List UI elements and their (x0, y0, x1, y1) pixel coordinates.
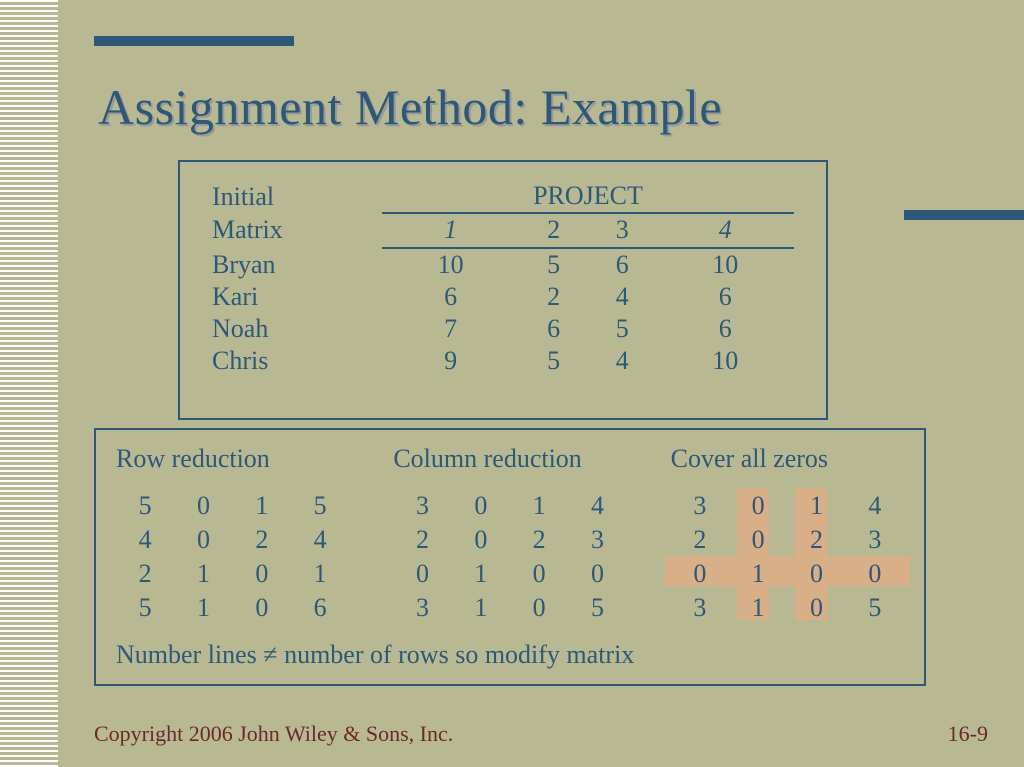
cell: 10 (382, 248, 519, 281)
cell: 1 (510, 490, 568, 522)
cell: 6 (519, 313, 588, 345)
cover-zeros-block: Cover all zeros 3014 2023 0100 3105 (671, 444, 904, 624)
cell: 5 (291, 490, 349, 522)
row-reduction-block: Row reduction 5015 4024 2101 5106 (116, 444, 349, 624)
cell: 0 (233, 592, 291, 624)
col-header: 3 (588, 213, 657, 248)
row-reduction-matrix: 5015 4024 2101 5106 (116, 490, 349, 624)
cover-zeros-title: Cover all zeros (671, 444, 904, 474)
footer-page-number: 16-9 (948, 721, 988, 747)
initial-matrix-panel: Initial PROJECT Matrix 1 2 3 4 Bryan 10 … (178, 160, 828, 420)
cell: 10 (657, 345, 794, 377)
cell: 3 (568, 524, 626, 556)
left-stripe-decor (0, 0, 58, 767)
cell: 0 (729, 490, 787, 522)
initial-matrix-table: Initial PROJECT Matrix 1 2 3 4 Bryan 10 … (212, 180, 794, 377)
cell: 0 (452, 524, 510, 556)
project-header: PROJECT (382, 180, 794, 213)
cell: 0 (787, 592, 845, 624)
cell: 0 (671, 558, 729, 590)
row-name: Bryan (212, 248, 382, 281)
cell: 4 (291, 524, 349, 556)
cell: 10 (657, 248, 794, 281)
right-accent-bar (904, 210, 1024, 220)
table-row: Noah 7 6 5 6 (212, 313, 794, 345)
cell: 0 (568, 558, 626, 590)
cell: 3 (671, 592, 729, 624)
row-name: Chris (212, 345, 382, 377)
table-row: Chris 9 5 4 10 (212, 345, 794, 377)
cell: 6 (291, 592, 349, 624)
cell: 2 (116, 558, 174, 590)
cell: 5 (519, 345, 588, 377)
matrix-label: Matrix (212, 213, 382, 248)
cell: 4 (568, 490, 626, 522)
cell: 5 (568, 592, 626, 624)
column-reduction-block: Column reduction 3014 2023 0100 3105 (393, 444, 626, 624)
cell: 5 (116, 490, 174, 522)
col-header: 1 (382, 213, 519, 248)
table-row: Kari 6 2 4 6 (212, 281, 794, 313)
cell: 1 (452, 558, 510, 590)
top-accent-bar (94, 36, 294, 46)
column-reduction-title: Column reduction (393, 444, 626, 474)
cell: 0 (233, 558, 291, 590)
cell: 6 (588, 248, 657, 281)
cell: 0 (729, 524, 787, 556)
cell: 1 (729, 558, 787, 590)
table-row: Bryan 10 5 6 10 (212, 248, 794, 281)
cell: 2 (787, 524, 845, 556)
cell: 6 (382, 281, 519, 313)
cover-zeros-matrix: 3014 2023 0100 3105 (671, 490, 904, 624)
cell: 2 (393, 524, 451, 556)
cell: 6 (657, 313, 794, 345)
slide-title: Assignment Method: Example (98, 78, 958, 136)
cell: 2 (233, 524, 291, 556)
cell: 1 (729, 592, 787, 624)
cell: 0 (452, 490, 510, 522)
initial-label: Initial (212, 180, 382, 213)
cell: 7 (382, 313, 519, 345)
cell: 3 (846, 524, 904, 556)
cell: 6 (657, 281, 794, 313)
reduction-panel: Row reduction 5015 4024 2101 5106 Column… (94, 428, 926, 686)
footer-copyright: Copyright 2006 John Wiley & Sons, Inc. (94, 721, 453, 747)
cell: 0 (846, 558, 904, 590)
cell: 1 (452, 592, 510, 624)
cell: 2 (510, 524, 568, 556)
cell: 9 (382, 345, 519, 377)
cell: 3 (393, 592, 451, 624)
cell: 0 (510, 558, 568, 590)
col-header: 4 (657, 213, 794, 248)
cell: 4 (588, 345, 657, 377)
cell: 5 (519, 248, 588, 281)
cell: 0 (174, 490, 232, 522)
cell: 1 (174, 558, 232, 590)
cell: 1 (233, 490, 291, 522)
cell: 1 (291, 558, 349, 590)
cell: 0 (787, 558, 845, 590)
col-header: 2 (519, 213, 588, 248)
cell: 3 (393, 490, 451, 522)
cell: 2 (519, 281, 588, 313)
cell: 1 (787, 490, 845, 522)
cell: 4 (116, 524, 174, 556)
cell: 0 (174, 524, 232, 556)
cell: 5 (116, 592, 174, 624)
cell: 0 (393, 558, 451, 590)
cell: 5 (846, 592, 904, 624)
cell: 3 (671, 490, 729, 522)
cell: 5 (588, 313, 657, 345)
cell: 2 (671, 524, 729, 556)
cell: 1 (174, 592, 232, 624)
cell: 0 (510, 592, 568, 624)
row-name: Noah (212, 313, 382, 345)
cell: 4 (846, 490, 904, 522)
row-name: Kari (212, 281, 382, 313)
row-reduction-title: Row reduction (116, 444, 349, 474)
column-reduction-matrix: 3014 2023 0100 3105 (393, 490, 626, 624)
cell: 4 (588, 281, 657, 313)
modify-matrix-note: Number lines ≠ number of rows so modify … (116, 640, 634, 670)
